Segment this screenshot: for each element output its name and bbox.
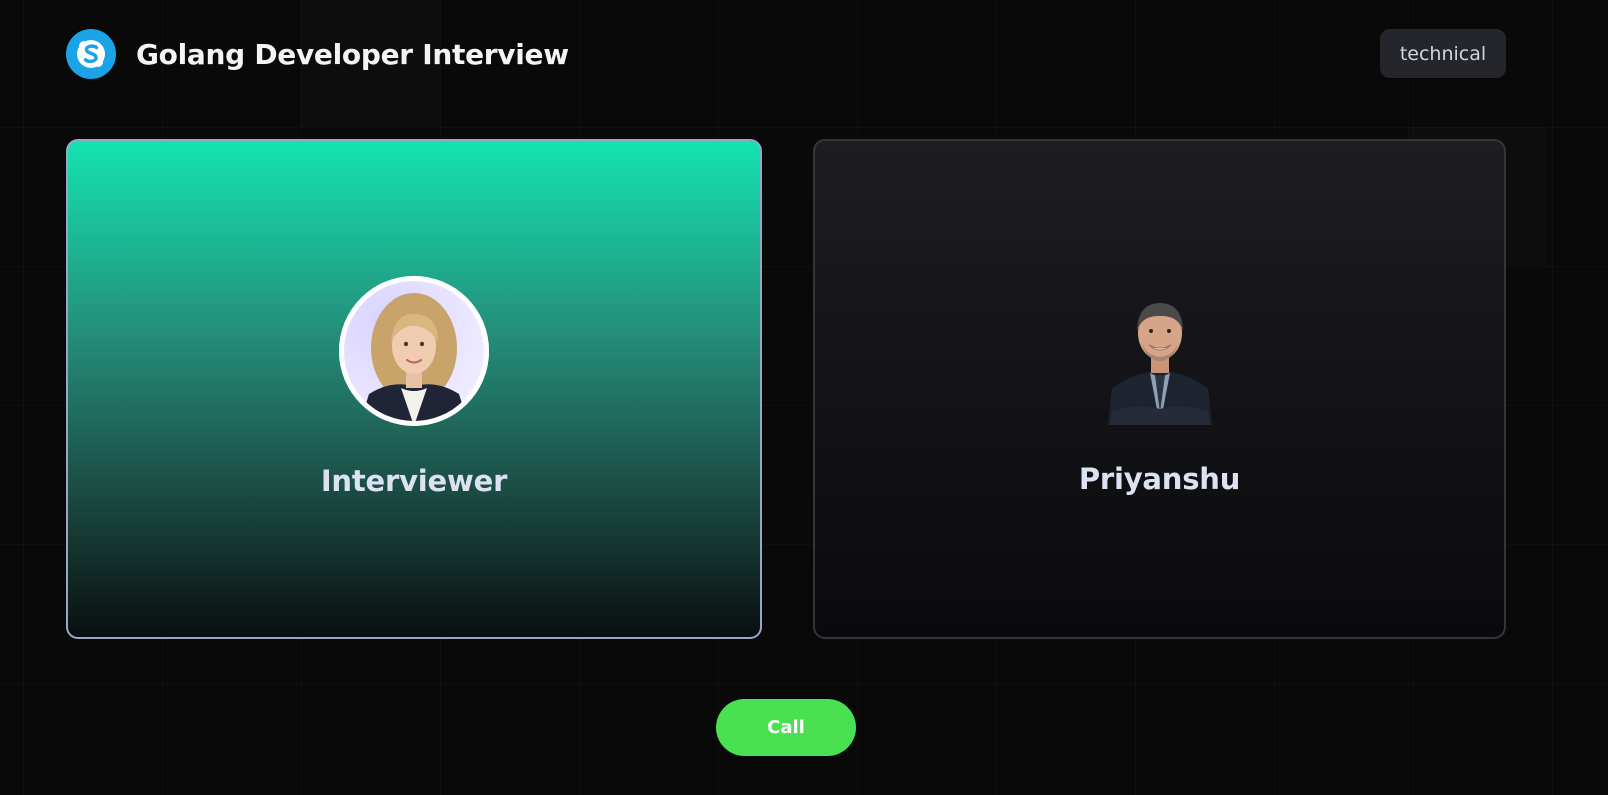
interviewer-name: Interviewer (320, 464, 508, 498)
candidate-avatar (1100, 285, 1220, 425)
skype-icon (66, 29, 116, 79)
page-header: Golang Developer Interview technical (66, 28, 1506, 79)
page-title: Golang Developer Interview (136, 38, 569, 71)
candidate-card: Priyanshu (813, 139, 1506, 639)
interview-type-badge: technical (1380, 29, 1506, 78)
call-button[interactable]: Call (716, 699, 856, 756)
interviewer-avatar (339, 276, 489, 426)
interviewer-card: Interviewer (66, 139, 762, 639)
candidate-name: Priyanshu (1078, 462, 1241, 496)
